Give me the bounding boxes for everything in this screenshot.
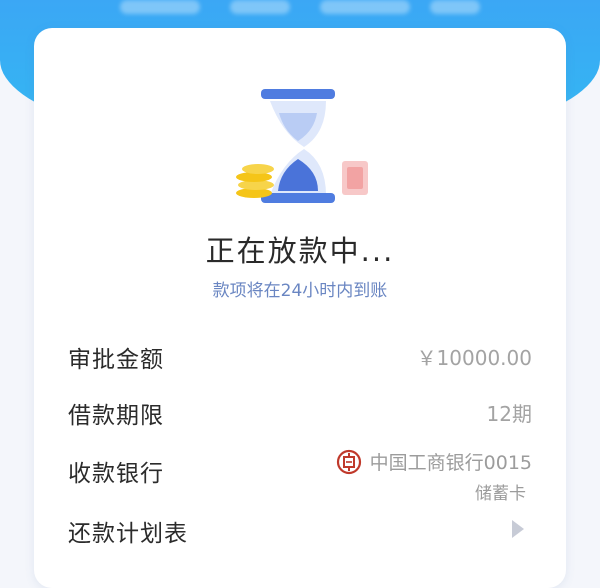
header-decoration	[230, 0, 290, 14]
status-title: 正在放款中...	[205, 234, 395, 268]
header-decoration	[120, 0, 200, 14]
header-decoration	[320, 0, 410, 14]
approved-amount-label: 审批金额	[68, 347, 164, 373]
icbc-logo-icon	[336, 449, 361, 474]
receiving-bank-value: 中国工商银行0015 储蓄卡	[336, 448, 532, 504]
loan-status-card: 正在放款中... 款项将在24小时内到账 审批金额 ￥10000.00 借款期限…	[34, 28, 566, 588]
status-subtitle: 款项将在24小时内到账	[212, 281, 388, 301]
repayment-plan-label: 还款计划表	[68, 521, 188, 547]
approved-amount-row: 审批金额 ￥10000.00	[68, 340, 532, 380]
loan-term-row: 借款期限 12期	[68, 396, 532, 436]
card-type: 储蓄卡	[475, 484, 526, 504]
loan-term-label: 借款期限	[68, 403, 164, 429]
repayment-plan-row[interactable]: 还款计划表	[68, 514, 532, 554]
triangle-right-icon[interactable]	[512, 520, 524, 538]
approved-amount-value: ￥10000.00	[416, 346, 532, 370]
bank-name: 中国工商银行0015	[369, 452, 532, 474]
loan-term-value: 12期	[486, 402, 532, 426]
receiving-bank-label: 收款银行	[68, 461, 164, 487]
receiving-bank-row: 收款银行 中国工商银行0015 储蓄卡	[68, 449, 532, 504]
hourglass-icon	[236, 89, 368, 203]
header-decoration	[430, 0, 480, 14]
